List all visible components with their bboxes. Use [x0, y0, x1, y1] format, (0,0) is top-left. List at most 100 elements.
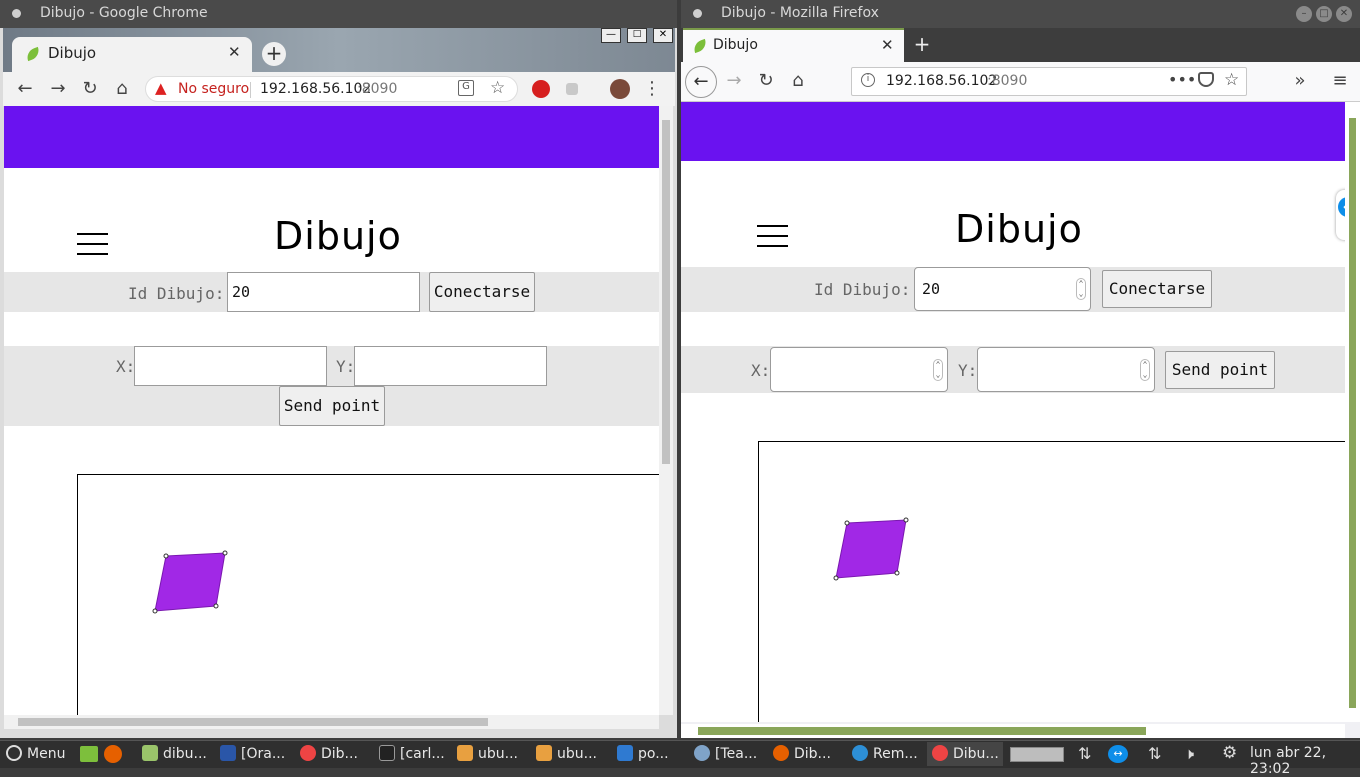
firefox-launcher-icon[interactable]	[104, 745, 122, 763]
network-icon[interactable]: ⇅	[1148, 744, 1161, 763]
url-host: 192.168.56.102	[260, 81, 372, 97]
reload-icon[interactable]: ↻	[755, 70, 777, 92]
volume-icon[interactable]: 🕨	[1184, 744, 1194, 764]
y-label: Y:	[336, 357, 356, 376]
send-point-button[interactable]: Send point	[279, 386, 385, 426]
back-icon[interactable]: ←	[14, 78, 36, 100]
spinner-icon[interactable]: ⌃ ⌄	[1140, 358, 1150, 381]
horizontal-scrollbar[interactable]	[4, 715, 659, 729]
vertex-point	[903, 517, 909, 523]
url-bar[interactable]: i 192.168.56.102 :8090 ••• ☆	[851, 67, 1247, 96]
spinner-icon[interactable]: ⌃ ⌄	[933, 358, 943, 381]
taskbar-item[interactable]: ubu...	[457, 742, 518, 766]
taskbar-item[interactable]: dibu...	[142, 742, 207, 766]
minimize-icon[interactable]: —	[601, 28, 621, 43]
taskbar-item[interactable]: Rem...	[852, 742, 918, 766]
settings-gear-icon[interactable]: ⚙	[1222, 743, 1237, 763]
id-value: 20	[922, 280, 941, 298]
teamviewer-tray-icon[interactable]: ↔	[1108, 745, 1128, 763]
horizontal-scroll-thumb[interactable]	[698, 727, 1146, 735]
taskbar-item[interactable]: [carl...	[379, 742, 445, 766]
clock[interactable]: lun abr 22, 23:02	[1250, 745, 1360, 777]
connect-button[interactable]: Conectarse	[1102, 270, 1212, 308]
warning-icon[interactable]: ▲	[155, 79, 167, 97]
bookmark-star-icon[interactable]: ☆	[1224, 70, 1239, 90]
spinner-icon[interactable]: ⌃ ⌄	[1076, 278, 1086, 300]
x-input[interactable]: ⌃ ⌄	[770, 347, 948, 392]
forward-icon[interactable]: →	[723, 70, 745, 92]
git-icon	[536, 745, 552, 761]
close-tab-icon[interactable]: ✕	[881, 36, 894, 54]
extension-icon[interactable]	[566, 83, 578, 95]
taskbar-item-label: [Tea...	[715, 746, 758, 762]
chrome-tab[interactable]: Dibujo ✕	[12, 37, 252, 73]
close-window-icon[interactable]: ✕	[1336, 6, 1352, 22]
taskbar-item-label: dibu...	[163, 746, 207, 762]
header-bar	[4, 106, 659, 168]
teamviewer-icon	[694, 745, 710, 761]
taskbar-item-active[interactable]: Dibu...	[927, 742, 1003, 766]
vertical-scroll-thumb[interactable]	[1349, 118, 1356, 708]
page-actions-icon[interactable]: •••	[1168, 70, 1196, 89]
insecure-label[interactable]: No seguro	[178, 81, 249, 97]
adblock-icon[interactable]	[532, 80, 550, 98]
overflow-chevron-icon[interactable]: »	[1289, 70, 1311, 92]
vertex-point	[213, 603, 219, 609]
close-window-icon[interactable]: ✕	[653, 28, 673, 43]
minimize-icon[interactable]: –	[1296, 6, 1312, 22]
window-menu-icon[interactable]	[693, 9, 702, 18]
file-manager-launcher-icon[interactable]	[80, 746, 98, 762]
connect-button[interactable]: Conectarse	[429, 272, 535, 312]
reload-icon[interactable]: ↻	[79, 78, 101, 100]
firefox-tab[interactable]: Dibujo ✕	[683, 28, 904, 62]
workspace-switcher-icon[interactable]	[1010, 747, 1064, 762]
firefox-menu-icon[interactable]: ≡	[1329, 70, 1351, 92]
translate-icon[interactable]: G	[458, 80, 474, 96]
chrome-menu-icon[interactable]: ⋮	[642, 78, 662, 100]
start-menu-button[interactable]: Menu	[6, 742, 65, 766]
profile-avatar[interactable]	[610, 79, 630, 99]
taskbar-item[interactable]: po...	[617, 742, 669, 766]
taskbar-item[interactable]: [Ora...	[220, 742, 285, 766]
hamburger-menu-icon[interactable]	[77, 233, 108, 256]
polygon	[154, 552, 226, 612]
vertical-scrollbar[interactable]	[1345, 102, 1360, 722]
drawing-canvas[interactable]	[758, 441, 1345, 722]
id-input[interactable]: 20 ⌃ ⌄	[914, 267, 1091, 311]
omnibox[interactable]: ▲ No seguro 192.168.56.102 :8090 G ☆	[145, 76, 518, 102]
back-icon[interactable]: ←	[685, 66, 717, 98]
taskbar-item[interactable]: [Tea...	[694, 742, 757, 766]
taskbar-item[interactable]: Dib...	[300, 742, 358, 766]
hamburger-menu-icon[interactable]	[757, 225, 788, 248]
menu-icon	[6, 745, 22, 761]
drawing-canvas[interactable]	[77, 474, 659, 715]
bookmark-star-icon[interactable]: ☆	[490, 78, 505, 98]
horizontal-scrollbar[interactable]	[681, 724, 1345, 738]
horizontal-scroll-thumb[interactable]	[18, 718, 488, 726]
new-tab-button[interactable]: +	[262, 42, 286, 66]
vertical-scrollbar[interactable]	[659, 106, 673, 715]
y-input[interactable]: ⌃ ⌄	[977, 347, 1155, 392]
taskbar-item-label: Dib...	[321, 746, 358, 762]
x-input[interactable]	[134, 346, 327, 386]
maximize-icon[interactable]: □	[627, 28, 647, 43]
forward-icon[interactable]: →	[47, 78, 69, 100]
taskbar-item[interactable]: Dib...	[773, 742, 831, 766]
y-input[interactable]	[354, 346, 547, 386]
vertical-scroll-thumb[interactable]	[662, 120, 670, 464]
id-input[interactable]: 20	[227, 272, 420, 312]
network-transfer-icon[interactable]: ⇅	[1078, 744, 1091, 763]
taskbar-item[interactable]: ubu...	[536, 742, 597, 766]
window-menu-icon[interactable]	[12, 9, 21, 18]
page-title: Dibujo	[274, 214, 402, 258]
id-label: Id Dibujo:	[128, 284, 225, 303]
close-tab-icon[interactable]: ✕	[228, 43, 241, 61]
send-point-button[interactable]: Send point	[1165, 351, 1275, 389]
pocket-icon[interactable]	[1198, 72, 1214, 87]
new-tab-icon[interactable]: +	[911, 33, 933, 55]
home-icon[interactable]: ⌂	[111, 78, 133, 100]
home-icon[interactable]: ⌂	[787, 70, 809, 92]
maximize-icon[interactable]: □	[1316, 6, 1332, 22]
site-info-icon[interactable]: i	[861, 73, 875, 87]
polygon-drawing	[833, 517, 909, 581]
